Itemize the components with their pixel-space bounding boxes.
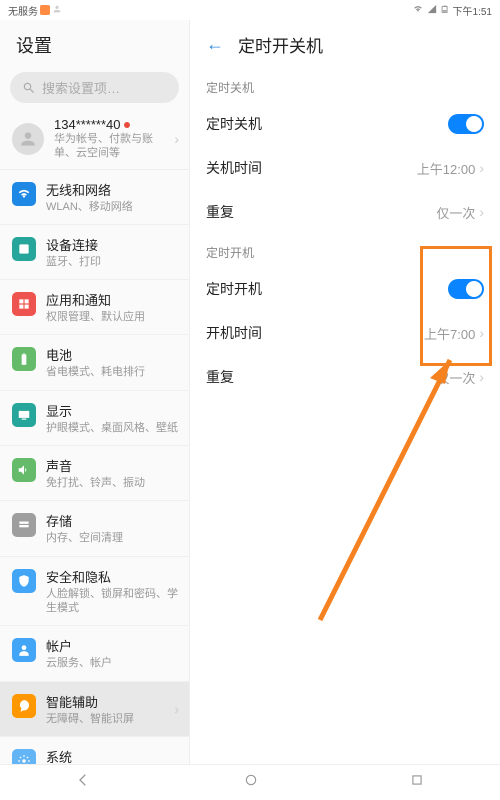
- sidebar-item-system[interactable]: 系统系统导航、系统更新、关于平板、语言和输入法: [0, 737, 189, 764]
- chevron-right-icon: ›: [174, 131, 179, 147]
- chevron-right-icon: ›: [479, 369, 484, 385]
- sidebar-item-storage[interactable]: 存储内存、空间清理: [0, 501, 189, 556]
- chevron-right-icon: ›: [479, 204, 484, 220]
- settings-sidebar: 设置 搜索设置项… 134******40 华为帐号、付款与账单、云空间等 › …: [0, 20, 190, 764]
- person-icon: [52, 4, 62, 17]
- signal-icon: [427, 4, 437, 17]
- carrier-label: 无服务: [8, 3, 38, 18]
- notification-dot: [124, 122, 130, 128]
- row-off-toggle[interactable]: 定时关机: [190, 102, 500, 146]
- sidebar-item-smart-assist[interactable]: 智能辅助无障碍、智能识屏 ›: [0, 682, 189, 737]
- sidebar-item-security[interactable]: 安全和隐私人脸解锁、锁屏和密码、学生模式: [0, 557, 189, 627]
- account-phone: 134******40: [54, 117, 121, 132]
- content-pane: ← 定时开关机 定时关机 定时关机 关机时间 上午12:00 › 重复 仅一次 …: [190, 20, 500, 764]
- chevron-right-icon: ›: [479, 325, 484, 341]
- chevron-right-icon: ›: [479, 160, 484, 176]
- page-title: 定时开关机: [238, 32, 323, 57]
- battery-icon: [440, 4, 450, 17]
- section-scheduled-off: 定时关机: [190, 69, 500, 102]
- toggle-scheduled-off[interactable]: [448, 114, 484, 134]
- account-sub: 华为帐号、付款与账单、云空间等: [54, 132, 164, 161]
- sidebar-title: 设置: [0, 20, 189, 70]
- sidebar-item-battery[interactable]: 电池省电模式、耗电排行: [0, 335, 189, 390]
- row-off-time[interactable]: 关机时间 上午12:00 ›: [190, 146, 500, 190]
- search-input[interactable]: 搜索设置项…: [10, 72, 179, 103]
- toggle-scheduled-on[interactable]: [448, 279, 484, 299]
- row-on-repeat[interactable]: 重复 仅一次 ›: [190, 355, 500, 399]
- section-scheduled-on: 定时开机: [190, 234, 500, 267]
- sidebar-item-display[interactable]: 显示护眼模式、桌面风格、壁纸: [0, 391, 189, 446]
- avatar: [12, 123, 44, 155]
- row-on-toggle[interactable]: 定时开机: [190, 267, 500, 311]
- sidebar-item-devices[interactable]: 设备连接蓝牙、打印: [0, 225, 189, 280]
- search-icon: [22, 81, 36, 95]
- nav-back[interactable]: [76, 772, 92, 793]
- nav-recent[interactable]: [410, 773, 424, 792]
- sidebar-item-apps[interactable]: 应用和通知权限管理、默认应用: [0, 280, 189, 335]
- nav-home[interactable]: [244, 773, 258, 792]
- row-on-time[interactable]: 开机时间 上午7:00 ›: [190, 311, 500, 355]
- time-label: 下午1:51: [453, 3, 492, 18]
- sidebar-item-sound[interactable]: 声音免打扰、铃声、振动: [0, 446, 189, 501]
- sidebar-item-accounts[interactable]: 帐户云服务、帐户: [0, 626, 189, 681]
- wifi-icon: [412, 4, 424, 17]
- search-placeholder: 搜索设置项…: [42, 78, 120, 97]
- sidebar-item-wireless[interactable]: 无线和网络WLAN、移动网络: [0, 170, 189, 225]
- status-bar: 无服务 下午1:51: [0, 0, 500, 20]
- chevron-right-icon: ›: [174, 701, 179, 717]
- navigation-bar: [0, 764, 500, 800]
- account-row[interactable]: 134******40 华为帐号、付款与账单、云空间等 ›: [0, 109, 189, 170]
- notification-icon: [40, 5, 50, 15]
- back-button[interactable]: ←: [206, 34, 224, 55]
- row-off-repeat[interactable]: 重复 仅一次 ›: [190, 190, 500, 234]
